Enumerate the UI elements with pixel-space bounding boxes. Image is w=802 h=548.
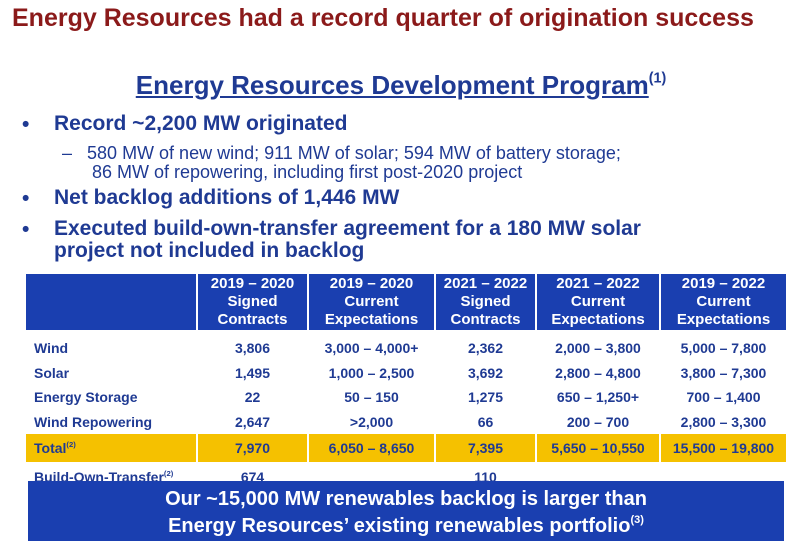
header-blank	[26, 274, 196, 330]
table-row: Energy Storage 22 50 – 150 1,275 650 – 1,250…	[34, 389, 761, 406]
table-row: Wind Repowering 2,647 >2,000 66 200 – 700 2,8…	[34, 413, 767, 430]
slide-title: Energy Resources had a record quarter of…	[12, 4, 754, 32]
bullet-build-own-transfer: • Executed build-own-transfer agreement f…	[22, 217, 641, 262]
development-program-table: 2019 – 2020 Signed Contracts 2019 – 2020 Cu…	[24, 274, 788, 492]
col-header: 2021 – 2022 Current Expectations	[537, 274, 659, 330]
col-header: 2021 – 2022 Signed Contracts	[436, 274, 535, 330]
bullet-record-originated: • Record ~2,200 MW originated	[22, 112, 348, 137]
total-row: Total(2) 7,970 6,050 – 8,650 7,395 5,650 – 1…	[26, 434, 786, 462]
table-row: Wind 3,806 3,000 – 4,000+ 2,362 2,000 – 3,80…	[34, 340, 767, 357]
footnote-ref: (1)	[648, 70, 667, 87]
table-header-row: 2019 – 2020 Signed Contracts 2019 – 2020 Cu…	[26, 274, 786, 330]
col-header: 2019 – 2020 Current Expectations	[309, 274, 434, 330]
col-header: 2019 – 2020 Signed Contracts	[198, 274, 307, 330]
col-header: 2019 – 2022 Current Expectations	[661, 274, 786, 330]
section-heading-text: Energy Resources Development Program	[135, 70, 649, 100]
sub-bullet-breakdown: – 580 MW of new wind; 911 MW of solar; 5…	[62, 143, 621, 182]
section-heading: Energy Resources Development Program(1)	[0, 70, 802, 101]
bullet-net-backlog: • Net backlog additions of 1,446 MW	[22, 186, 400, 211]
backlog-banner: Our ~15,000 MW renewables backlog is lar…	[28, 481, 784, 541]
table-row: Solar 1,495 1,000 – 2,500 3,692 2,800 – 4,80…	[34, 364, 767, 381]
